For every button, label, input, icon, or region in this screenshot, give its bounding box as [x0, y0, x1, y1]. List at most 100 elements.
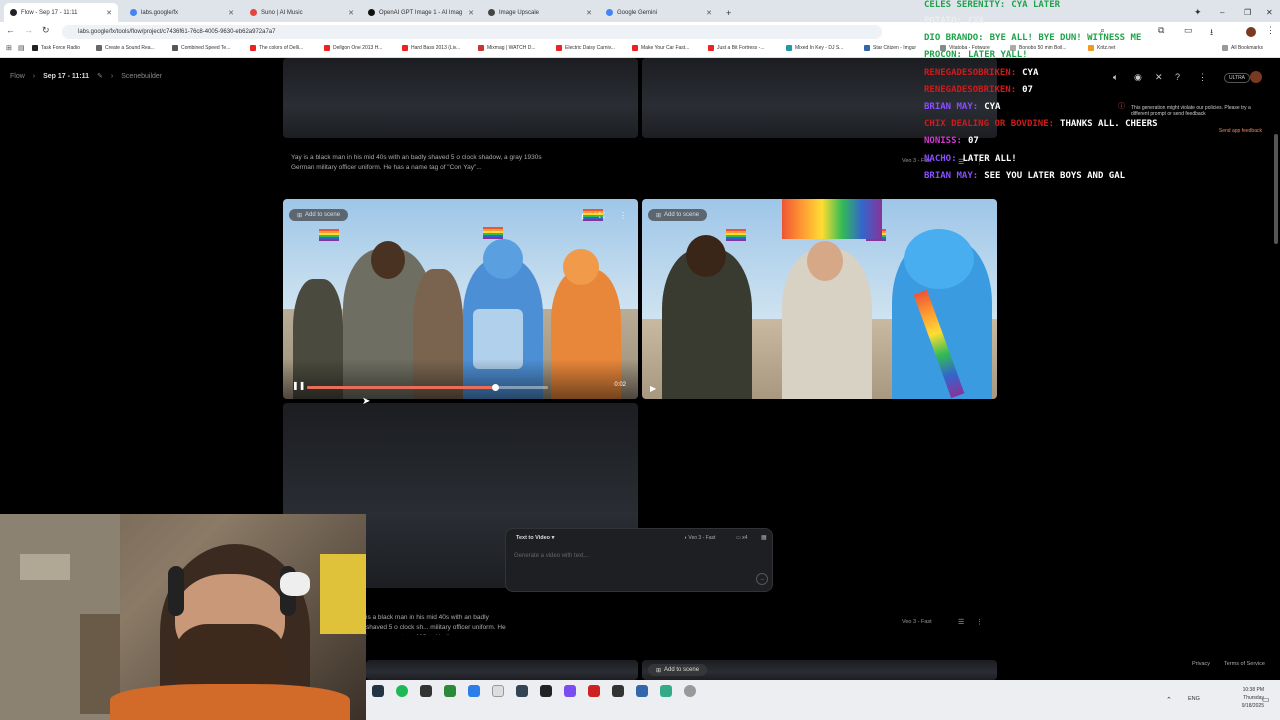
add-scene-icon: ⊞	[656, 667, 662, 674]
new-tab-button[interactable]: +	[720, 3, 736, 22]
stream-chat-overlay: CELES SERENITY: CYA LATER POTATO: CYA DIO …	[924, 0, 1280, 190]
bookmark-item[interactable]: Mixmag | WATCH D...	[478, 45, 536, 51]
add-scene-icon: ⊞	[656, 212, 662, 219]
chat-message: POTATO: CYA	[924, 16, 985, 26]
url-text: labs.google/fx/tools/flow/project/c7436f…	[78, 29, 276, 35]
app-icon[interactable]	[588, 685, 600, 697]
model-label: Veo 3 - Fast	[902, 619, 932, 625]
back-icon[interactable]: ←	[6, 25, 15, 35]
terms-link[interactable]: Terms of Service	[1224, 661, 1265, 667]
add-to-scene-button[interactable]: ⊞ Add to scene	[289, 209, 349, 221]
fullscreen-icon[interactable]: ⛶	[599, 211, 605, 221]
add-to-scene-button[interactable]: ⊞ Add to scene	[648, 664, 708, 676]
edge-icon[interactable]	[468, 685, 480, 697]
app-icon[interactable]	[660, 685, 672, 697]
privacy-link[interactable]: Privacy	[1192, 661, 1210, 667]
tab-suno[interactable]: Suno | AI Music ✕	[244, 3, 360, 22]
model-selector[interactable]: ◖ Veo 3 - Fast	[684, 535, 715, 541]
breadcrumb-root[interactable]: Flow	[10, 73, 25, 80]
bookmark-item[interactable]: Star Citizen - Imgur	[864, 45, 916, 51]
settings-icon[interactable]: ▦	[761, 534, 767, 541]
tab-title: labs.google/fx	[141, 9, 179, 16]
upscale-favicon-icon	[488, 9, 495, 16]
settings-sliders-icon[interactable]: ☰	[958, 618, 964, 626]
bookmark-item[interactable]: The colors of Delli...	[250, 45, 303, 51]
close-tab-icon[interactable]: ✕	[706, 9, 712, 17]
chrome-icon[interactable]	[444, 685, 456, 697]
tab-gemini[interactable]: Google Gemini ✕	[600, 3, 718, 22]
folder-icon[interactable]: ▤	[18, 44, 25, 52]
app-icon[interactable]	[516, 685, 528, 697]
notifications-icon[interactable]: ▭	[1262, 695, 1270, 704]
explorer-icon[interactable]	[492, 685, 504, 697]
language-indicator[interactable]: ENG	[1188, 696, 1200, 702]
os-taskbar: ⌃ ENG 10:38 PM Thursday 9/18/2025 ▭	[366, 680, 1280, 720]
clock[interactable]: 10:38 PM Thursday 9/18/2025	[1214, 686, 1264, 710]
close-tab-icon[interactable]: ✕	[468, 9, 474, 17]
tab-flow[interactable]: Flow - Sep 17 - 11:11 ✕	[4, 3, 118, 22]
prompt-input[interactable]: Generate a video with text...	[514, 553, 744, 559]
tab-title: Suno | AI Music	[261, 9, 303, 16]
app-icon[interactable]	[636, 685, 648, 697]
tab-labs[interactable]: labs.google/fx ✕	[124, 3, 240, 22]
reload-icon[interactable]: ↻	[42, 25, 50, 36]
bookmark-item[interactable]: Task Force Radio	[32, 45, 80, 51]
pause-icon[interactable]: ❚❚	[292, 381, 305, 390]
labs-favicon-icon	[130, 9, 137, 16]
chat-message: DIO BRANDO: BYE ALL! BYE DUN! WITNESS ME	[924, 33, 1142, 43]
video-player-controls: ❚❚ 0:02	[283, 375, 638, 399]
video-frame	[642, 199, 997, 399]
send-arrow-icon[interactable]: →	[756, 573, 768, 585]
gemini-favicon-icon	[606, 9, 613, 16]
bookmark-item[interactable]: Dellgon One 2013 H...	[324, 45, 382, 51]
tab-title: Image Upscale	[499, 9, 540, 16]
video-tile-placeholder[interactable]	[366, 660, 638, 680]
output-count[interactable]: ▭ x4	[736, 535, 747, 541]
bookmark-item[interactable]: Combined Speed Te...	[172, 45, 230, 51]
spotify-icon[interactable]	[396, 685, 408, 697]
video-tile[interactable]: ⊞ Add to scene ⭳ ⛶ ⋮ ❚❚ 0:02	[283, 199, 638, 399]
apps-grid-icon[interactable]: ⊞	[6, 44, 12, 52]
obs-icon[interactable]	[540, 685, 552, 697]
edit-pencil-icon[interactable]: ✎	[97, 72, 103, 80]
close-tab-icon[interactable]: ✕	[228, 9, 234, 17]
close-tab-icon[interactable]: ✕	[586, 9, 592, 17]
video-tile-placeholder[interactable]	[283, 58, 638, 138]
more-options-icon[interactable]: ⋮	[976, 618, 983, 626]
app-icon[interactable]	[612, 685, 624, 697]
webcam-overlay	[0, 514, 366, 720]
play-icon[interactable]: ▶	[650, 384, 656, 393]
scrubber-handle[interactable]	[491, 384, 499, 391]
more-options-icon[interactable]: ⋮	[619, 211, 627, 220]
tab-upscale[interactable]: Image Upscale ✕	[482, 3, 598, 22]
video-scrubber[interactable]	[307, 384, 548, 391]
video-tile[interactable]: ⊞ Add to scene ▶	[642, 199, 997, 399]
close-tab-icon[interactable]: ✕	[348, 9, 354, 17]
mode-dropdown[interactable]: Text to Video ▾	[516, 535, 554, 541]
close-tab-icon[interactable]: ✕	[106, 9, 112, 17]
settings-gear-icon[interactable]	[684, 685, 696, 697]
forward-icon[interactable]: →	[24, 25, 33, 35]
video-tile-placeholder[interactable]: ⊞ Add to scene	[642, 660, 997, 680]
bookmark-item[interactable]: Create a Sound Rea...	[96, 45, 155, 51]
tray-chevron-icon[interactable]: ⌃	[1166, 696, 1172, 704]
bookmark-item[interactable]: Just a Bit Fortress -...	[708, 45, 765, 51]
add-to-scene-button[interactable]: ⊞ Add to scene	[648, 209, 708, 221]
bookmark-item[interactable]: Make Your Car Fast...	[632, 45, 689, 51]
breadcrumb-section[interactable]: Scenebuilder	[121, 73, 162, 80]
app-icon[interactable]	[564, 685, 576, 697]
project-title[interactable]: Sep 17 - 11:11	[43, 73, 89, 80]
tab-openai[interactable]: OpenAI GPT Image 1 - AI Imag ✕	[362, 3, 480, 22]
chat-message: PROCON: LATER YALL!	[924, 50, 1028, 60]
steam-icon[interactable]	[372, 685, 384, 697]
app-icon[interactable]	[420, 685, 432, 697]
download-icon[interactable]: ⭳	[581, 211, 584, 225]
url-input[interactable]: labs.google/fx/tools/flow/project/c7436f…	[62, 25, 882, 39]
bookmark-item[interactable]: Hard Bass 2013 (Liv...	[402, 45, 460, 51]
openai-favicon-icon	[368, 9, 375, 16]
chat-message: CELES SERENITY: CYA LATER	[924, 0, 1061, 10]
bookmark-item[interactable]: Mixed In Key - DJ S...	[786, 45, 843, 51]
prompt-text: Yay is a black man in his mid 40s with a…	[291, 154, 542, 171]
prompt-text: is a black man in his mid 40s with an ba…	[366, 614, 506, 635]
bookmark-item[interactable]: Electric Daisy Carniv...	[556, 45, 615, 51]
